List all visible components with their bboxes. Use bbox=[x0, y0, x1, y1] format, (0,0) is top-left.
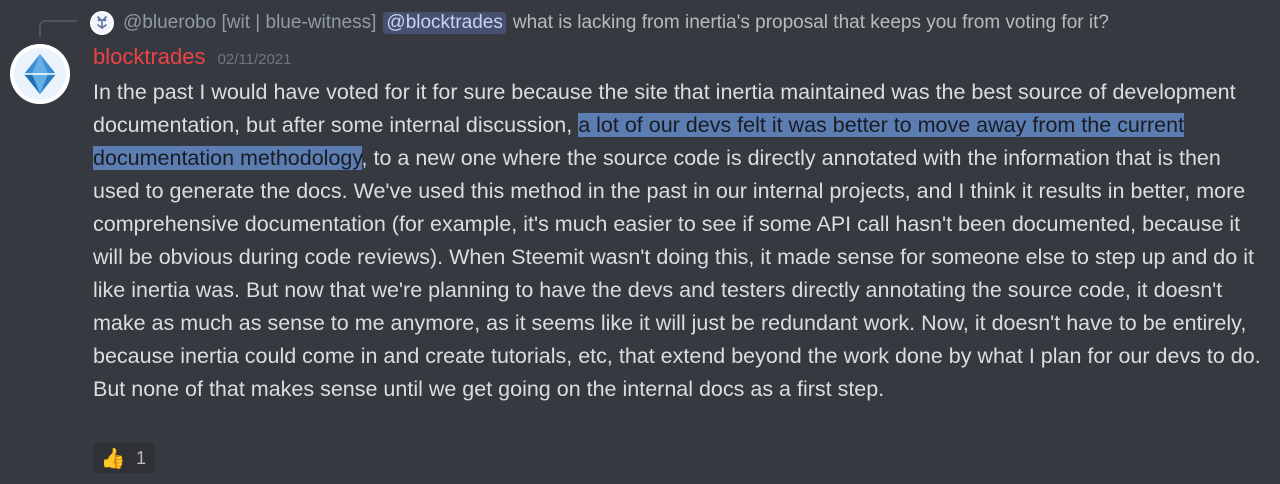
message-text-after: , to a new one where the source code is … bbox=[93, 146, 1261, 401]
reply-mention[interactable]: @blocktrades bbox=[383, 12, 506, 34]
message-content: In the past I would have voted for it fo… bbox=[93, 76, 1263, 406]
timestamp[interactable]: 02/11/2021 bbox=[218, 51, 292, 68]
reaction-thumbs-up[interactable]: 👍 1 bbox=[93, 443, 156, 473]
username[interactable]: blocktrades bbox=[93, 44, 206, 70]
message-header: blocktrades 02/11/2021 bbox=[93, 44, 291, 76]
reply-author[interactable]: @bluerobo [wit | blue-witness] bbox=[123, 12, 376, 34]
blocktrades-logo-icon[interactable] bbox=[10, 44, 70, 104]
thumbs-up-icon: 👍 bbox=[100, 447, 126, 470]
chat-message: @bluerobo [wit | blue-witness] @blocktra… bbox=[0, 0, 1280, 484]
reply-preview[interactable]: @bluerobo [wit | blue-witness] @blocktra… bbox=[90, 8, 1109, 38]
reply-text[interactable]: what is lacking from inertia's proposal … bbox=[513, 12, 1109, 34]
reaction-count: 1 bbox=[136, 447, 147, 468]
reply-connector-line bbox=[39, 20, 77, 37]
robot-avatar-icon[interactable] bbox=[90, 11, 114, 35]
reactions-bar: 👍 1 bbox=[93, 443, 156, 473]
